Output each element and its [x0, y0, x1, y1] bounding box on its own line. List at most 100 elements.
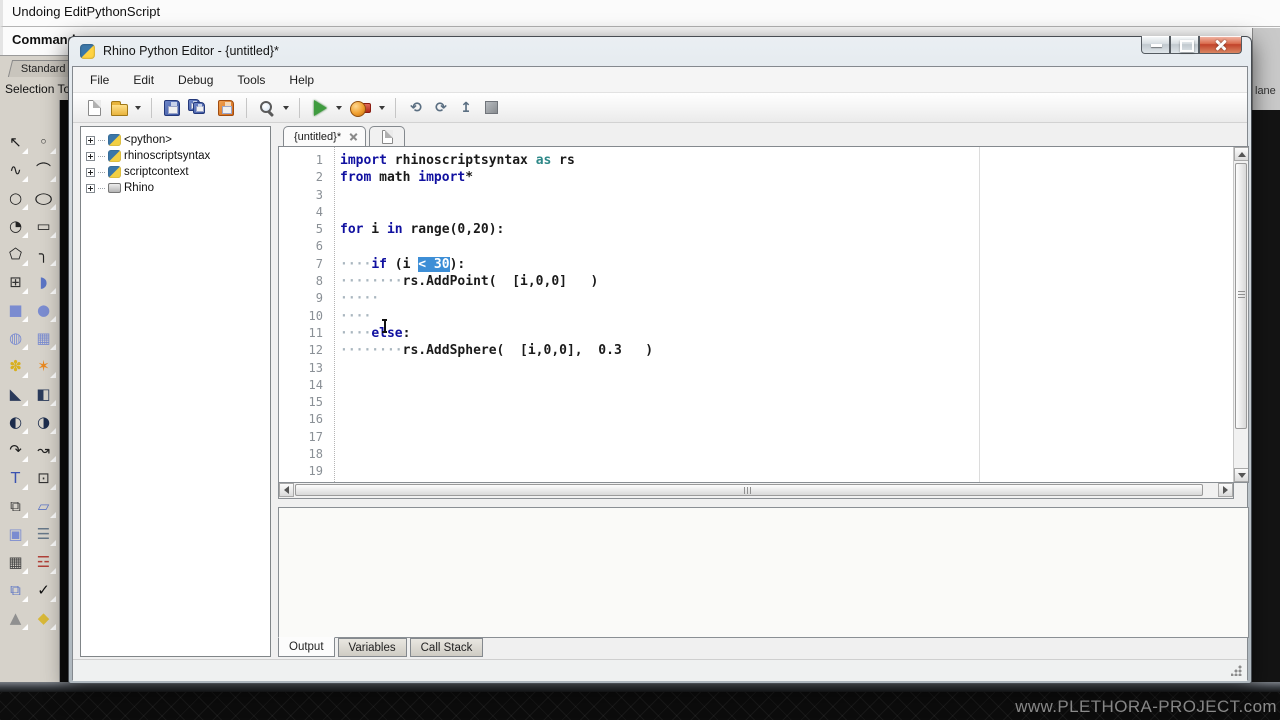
- menu-edit[interactable]: Edit: [133, 73, 154, 87]
- line-number: 10: [308, 308, 323, 323]
- circle-icon[interactable]: ○: [2, 184, 30, 212]
- tab-close-icon[interactable]: [349, 132, 358, 141]
- line-text: ········rs.AddPoint( [i,0,0] ): [340, 274, 599, 290]
- boom-icon[interactable]: ✶: [30, 352, 58, 380]
- scroll-down-button[interactable]: [1234, 468, 1248, 482]
- fillet-curve-icon[interactable]: ╮: [30, 240, 58, 268]
- cone-icon[interactable]: ▲: [2, 604, 30, 632]
- check-icon[interactable]: ✓: [30, 576, 58, 604]
- new-file-button[interactable]: [83, 96, 105, 120]
- line-number: 4: [315, 204, 323, 219]
- split-icon[interactable]: ◧: [30, 380, 58, 408]
- debug-record-button[interactable]: [346, 96, 374, 120]
- boolean-difference-icon[interactable]: ◑: [30, 408, 58, 436]
- line-number: 6: [315, 239, 323, 254]
- toolbar-separator: [246, 97, 247, 118]
- tab-variables[interactable]: Variables: [337, 638, 407, 657]
- menu-help[interactable]: Help: [289, 73, 314, 87]
- gumball-icon[interactable]: ◆: [30, 604, 58, 632]
- array-icon[interactable]: ▦: [2, 548, 30, 576]
- python-logo-icon: [80, 44, 95, 59]
- curve-icon[interactable]: ∿: [2, 156, 30, 184]
- tree-item-rhinoscriptsyntax[interactable]: rhinoscriptsyntax: [81, 148, 270, 164]
- expand-icon[interactable]: [86, 167, 95, 177]
- tab-selection-tools[interactable]: Selection To: [5, 82, 70, 96]
- step-into-button[interactable]: ⟲: [405, 96, 427, 120]
- save-all-button[interactable]: [186, 96, 212, 120]
- select-pointer-icon[interactable]: ↖: [2, 128, 30, 156]
- tab-call-stack[interactable]: Call Stack: [409, 638, 484, 657]
- plane-icon[interactable]: ▱: [30, 492, 58, 520]
- scroll-right-button[interactable]: [1218, 483, 1233, 497]
- vertical-scrollbar[interactable]: [1233, 147, 1248, 482]
- menu-tools[interactable]: Tools: [237, 73, 265, 87]
- window-titlebar[interactable]: Rhino Python Editor - {untitled}*: [69, 36, 1251, 66]
- tree-item-python[interactable]: <python>: [81, 132, 270, 148]
- copy-icon[interactable]: ⧉: [2, 576, 30, 604]
- arc-icon[interactable]: ◔: [2, 212, 30, 240]
- curved-surface-icon[interactable]: ◗: [30, 268, 58, 296]
- box-icon[interactable]: ■: [2, 296, 30, 324]
- search-dropdown-arrow[interactable]: [281, 96, 290, 120]
- blend-curve-icon[interactable]: ↷: [2, 436, 30, 464]
- mesh-icon[interactable]: ▦: [30, 324, 58, 352]
- expand-icon[interactable]: [86, 183, 95, 193]
- minimize-button[interactable]: [1141, 36, 1170, 54]
- save-button[interactable]: [161, 96, 183, 120]
- horizontal-scroll-thumb[interactable]: [295, 484, 1203, 496]
- output-panel: [278, 507, 1249, 638]
- rhino-module-icon: [108, 183, 121, 193]
- tab-untitled[interactable]: {untitled}*: [283, 126, 367, 146]
- horizontal-scrollbar[interactable]: [278, 483, 1234, 499]
- new-tab-button[interactable]: [369, 126, 406, 146]
- scroll-up-button[interactable]: [1234, 147, 1248, 161]
- step-out-button[interactable]: ↥: [455, 96, 477, 120]
- status-bar: [73, 659, 1247, 681]
- extrude-icon[interactable]: ▣: [2, 520, 30, 548]
- section-icon[interactable]: ☲: [30, 548, 58, 576]
- ellipse-icon[interactable]: ○: [30, 184, 58, 212]
- tab-output[interactable]: Output: [278, 637, 335, 657]
- boolean-union-icon[interactable]: ◐: [2, 408, 30, 436]
- tree-item-Rhino[interactable]: Rhino: [81, 180, 270, 196]
- expand-icon[interactable]: [86, 135, 95, 145]
- code-editor[interactable]: 1 import rhinoscriptsyntax as rs 2 from mat…: [278, 147, 1249, 483]
- scroll-left-button[interactable]: [279, 483, 294, 497]
- menu-debug[interactable]: Debug: [178, 73, 213, 87]
- save-as-button[interactable]: [215, 96, 237, 120]
- debug-dropdown-arrow[interactable]: [377, 96, 386, 120]
- check-icon: ✓: [37, 580, 50, 599]
- block-icon[interactable]: ⧉: [2, 492, 30, 520]
- maximize-button[interactable]: [1170, 36, 1199, 54]
- trim-icon[interactable]: ◣: [2, 380, 30, 408]
- vertical-scroll-thumb[interactable]: [1235, 163, 1247, 429]
- sphere-icon[interactable]: ●: [30, 296, 58, 324]
- python-module-icon: [108, 150, 121, 162]
- explode-icon[interactable]: ✽: [2, 352, 30, 380]
- open-dropdown-arrow[interactable]: [133, 96, 142, 120]
- module-tree-panel[interactable]: <python> rhinoscriptsyntax scriptcontext Rh…: [80, 126, 271, 657]
- cylinder-icon[interactable]: ◍: [2, 324, 30, 352]
- surface-points-icon[interactable]: ⊞: [2, 268, 30, 296]
- polygon-icon[interactable]: ⬠: [2, 240, 30, 268]
- line-number: 12: [308, 343, 323, 358]
- split-icon: ◧: [36, 384, 51, 403]
- expand-icon[interactable]: [86, 151, 95, 161]
- hatch-icon[interactable]: ☰: [30, 520, 58, 548]
- open-file-button[interactable]: [108, 96, 130, 120]
- run-script-button[interactable]: [309, 96, 331, 120]
- point-icon[interactable]: ◦: [30, 128, 58, 156]
- text-icon[interactable]: T: [2, 464, 30, 492]
- resize-grip[interactable]: [1231, 665, 1242, 676]
- tree-item-scriptcontext[interactable]: scriptcontext: [81, 164, 270, 180]
- stop-debug-button[interactable]: [480, 96, 502, 120]
- menu-file[interactable]: File: [90, 73, 109, 87]
- rebuild-curve-icon[interactable]: ↝: [30, 436, 58, 464]
- close-button[interactable]: [1199, 36, 1242, 54]
- control-point-curve-icon[interactable]: ⌒: [30, 156, 58, 184]
- run-dropdown-arrow[interactable]: [334, 96, 343, 120]
- edit-point-icon[interactable]: ⊡: [30, 464, 58, 492]
- search-button[interactable]: [256, 96, 278, 120]
- rectangle-icon[interactable]: ▭: [30, 212, 58, 240]
- step-over-button[interactable]: ⟳: [430, 96, 452, 120]
